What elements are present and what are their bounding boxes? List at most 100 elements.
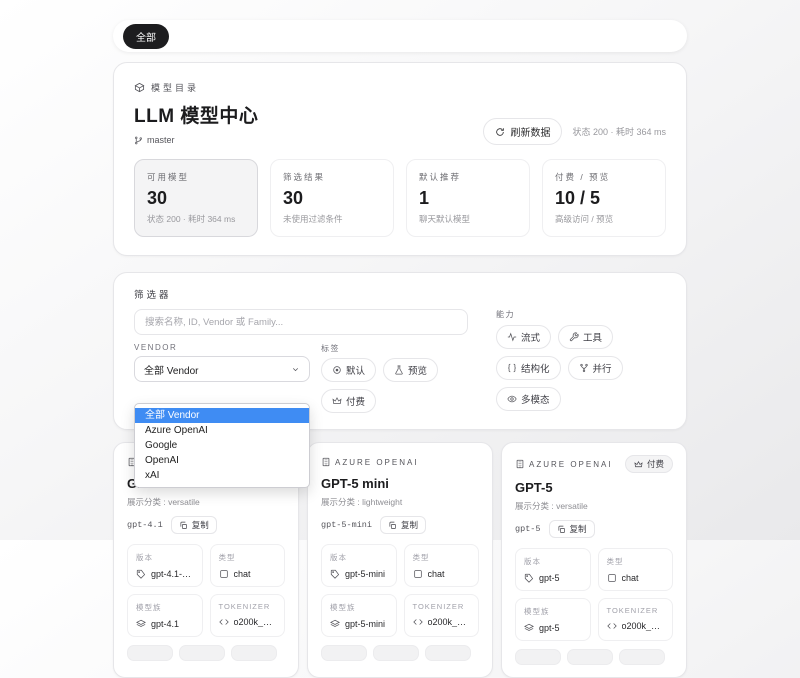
stat-value: 1 (419, 188, 517, 209)
search-input[interactable] (134, 309, 468, 335)
model-name: GPT-5 mini (321, 476, 479, 491)
field-label: 模型族 (136, 602, 194, 613)
tag-chip-label: 付费 (346, 394, 365, 408)
code-icon (607, 621, 617, 631)
stat-value: 30 (283, 188, 381, 209)
field-value: chat (234, 569, 251, 579)
field-tokenizer: TOKENIZER o200k_base (598, 598, 674, 641)
copy-label: 复制 (570, 523, 587, 535)
filter-all-pill[interactable]: 全部 (123, 24, 169, 49)
page: 全部 模型目录 LLM 模型中心 master 刷新数据 状态 (113, 0, 687, 678)
capability-chip-structured[interactable]: 结构化 (496, 356, 561, 380)
capability-chip-label: 多模态 (521, 392, 550, 406)
tag-icon (330, 569, 340, 579)
refresh-icon (495, 127, 505, 137)
paid-badge: 付费 (625, 455, 673, 473)
badge-pill (425, 645, 471, 661)
badge-row-cutoff (321, 645, 479, 661)
badge-pill (231, 645, 277, 661)
tag-icon (136, 569, 146, 579)
capability-chip-label: 流式 (521, 330, 540, 344)
stat-label: 默认推荐 (419, 171, 517, 183)
page-title: LLM 模型中心 (134, 101, 258, 128)
field-value: gpt-5 (539, 623, 560, 633)
vendor-option-openai[interactable]: OpenAI (135, 453, 309, 468)
fork-icon (579, 363, 589, 373)
badge-pill (619, 649, 665, 665)
field-label: 版本 (136, 552, 194, 563)
stat-paid-preview: 付费 / 预览 10 / 5 高级访问 / 预览 (542, 159, 666, 237)
stat-label: 付费 / 预览 (555, 171, 653, 183)
circle-dot-icon (332, 365, 342, 375)
stat-sub: 状态 200 · 耗时 364 ms (147, 213, 245, 225)
chat-square-icon (219, 569, 229, 579)
field-value: gpt-5 (539, 573, 560, 583)
badge-pill (515, 649, 561, 665)
vendor-select[interactable]: 全部 Vendor (134, 356, 310, 382)
layers-icon (524, 623, 534, 633)
field-tokenizer: TOKENIZER o200k_base (404, 594, 480, 637)
branch-badge: master (134, 135, 258, 145)
code-icon (219, 617, 229, 627)
field-label: 模型族 (330, 602, 388, 613)
tag-icon (524, 573, 534, 583)
copy-button[interactable]: 复制 (380, 516, 426, 534)
refresh-button[interactable]: 刷新数据 (483, 118, 562, 145)
crown-icon (332, 396, 342, 406)
vendor-option-xai[interactable]: xAI (135, 468, 309, 483)
field-label: TOKENIZER (219, 602, 277, 611)
field-family: 模型族 gpt-5 (515, 598, 591, 641)
field-tokenizer: TOKENIZER o200k_base (210, 594, 286, 637)
chevron-down-icon (291, 365, 300, 374)
capabilities-group: 能力 流式 工具 结构化 并 (496, 309, 666, 413)
copy-button[interactable]: 复制 (171, 516, 217, 534)
model-category: 展示分类 : lightweight (321, 496, 479, 508)
vendor-dropdown: 全部 Vendor Azure OpenAI Google OpenAI xAI (134, 403, 310, 488)
field-version: 版本 gpt-5 (515, 548, 591, 591)
copy-label: 复制 (401, 519, 418, 531)
model-card-gpt-5-mini[interactable]: AZURE OPENAI GPT-5 mini 展示分类 : lightweig… (307, 442, 493, 678)
field-family: 模型族 gpt-5-mini (321, 594, 397, 637)
field-type: 类型 chat (598, 548, 674, 591)
capability-chip-parallel[interactable]: 并行 (568, 356, 623, 380)
tags-label: 标签 (321, 343, 468, 354)
model-card-gpt-5[interactable]: AZURE OPENAI 付费 GPT-5 展示分类 : versatile g… (501, 442, 687, 678)
tag-chip-preview[interactable]: 预览 (383, 358, 438, 382)
refresh-label: 刷新数据 (510, 124, 550, 139)
header-right: 刷新数据 状态 200 · 耗时 364 ms (483, 118, 666, 145)
capability-chip-streaming[interactable]: 流式 (496, 325, 551, 349)
chat-square-icon (413, 569, 423, 579)
tag-chip-default[interactable]: 默认 (321, 358, 376, 382)
vendor-option-google[interactable]: Google (135, 438, 309, 453)
field-type: 类型 chat (404, 544, 480, 587)
copy-button[interactable]: 复制 (549, 520, 595, 538)
model-category: 展示分类 : versatile (127, 496, 285, 508)
stat-label: 筛选结果 (283, 171, 381, 183)
vendor-option-azure-openai[interactable]: Azure OpenAI (135, 423, 309, 438)
building-icon (515, 459, 525, 469)
field-family: 模型族 gpt-4.1 (127, 594, 203, 637)
stat-value: 10 / 5 (555, 188, 653, 209)
capability-chip-tools[interactable]: 工具 (558, 325, 613, 349)
stat-available-models: 可用模型 30 状态 200 · 耗时 364 ms (134, 159, 258, 237)
tag-chip-paid[interactable]: 付费 (321, 389, 376, 413)
model-center-card: 模型目录 LLM 模型中心 master 刷新数据 状态 200 · 耗时 36… (113, 62, 687, 256)
badge-pill (321, 645, 367, 661)
stat-sub: 聊天默认模型 (419, 213, 517, 225)
vendor-option-all[interactable]: 全部 Vendor (135, 408, 309, 423)
field-label: 模型族 (524, 606, 582, 617)
braces-icon (507, 363, 517, 373)
field-value: gpt-4.1-2025-... (151, 569, 194, 579)
tag-chip-label: 预览 (408, 363, 427, 377)
stat-sub: 未使用过滤条件 (283, 213, 381, 225)
field-value: gpt-5-mini (345, 569, 385, 579)
crown-icon (634, 460, 643, 469)
badge-row-cutoff (515, 649, 673, 665)
model-category: 展示分类 : versatile (515, 500, 673, 512)
capability-chip-multimodal[interactable]: 多模态 (496, 387, 561, 411)
field-label: 类型 (413, 552, 471, 563)
model-name: GPT-5 (515, 480, 673, 495)
capability-chip-label: 结构化 (521, 361, 550, 375)
stat-sub: 高级访问 / 预览 (555, 213, 653, 225)
field-label: 类型 (607, 556, 665, 567)
